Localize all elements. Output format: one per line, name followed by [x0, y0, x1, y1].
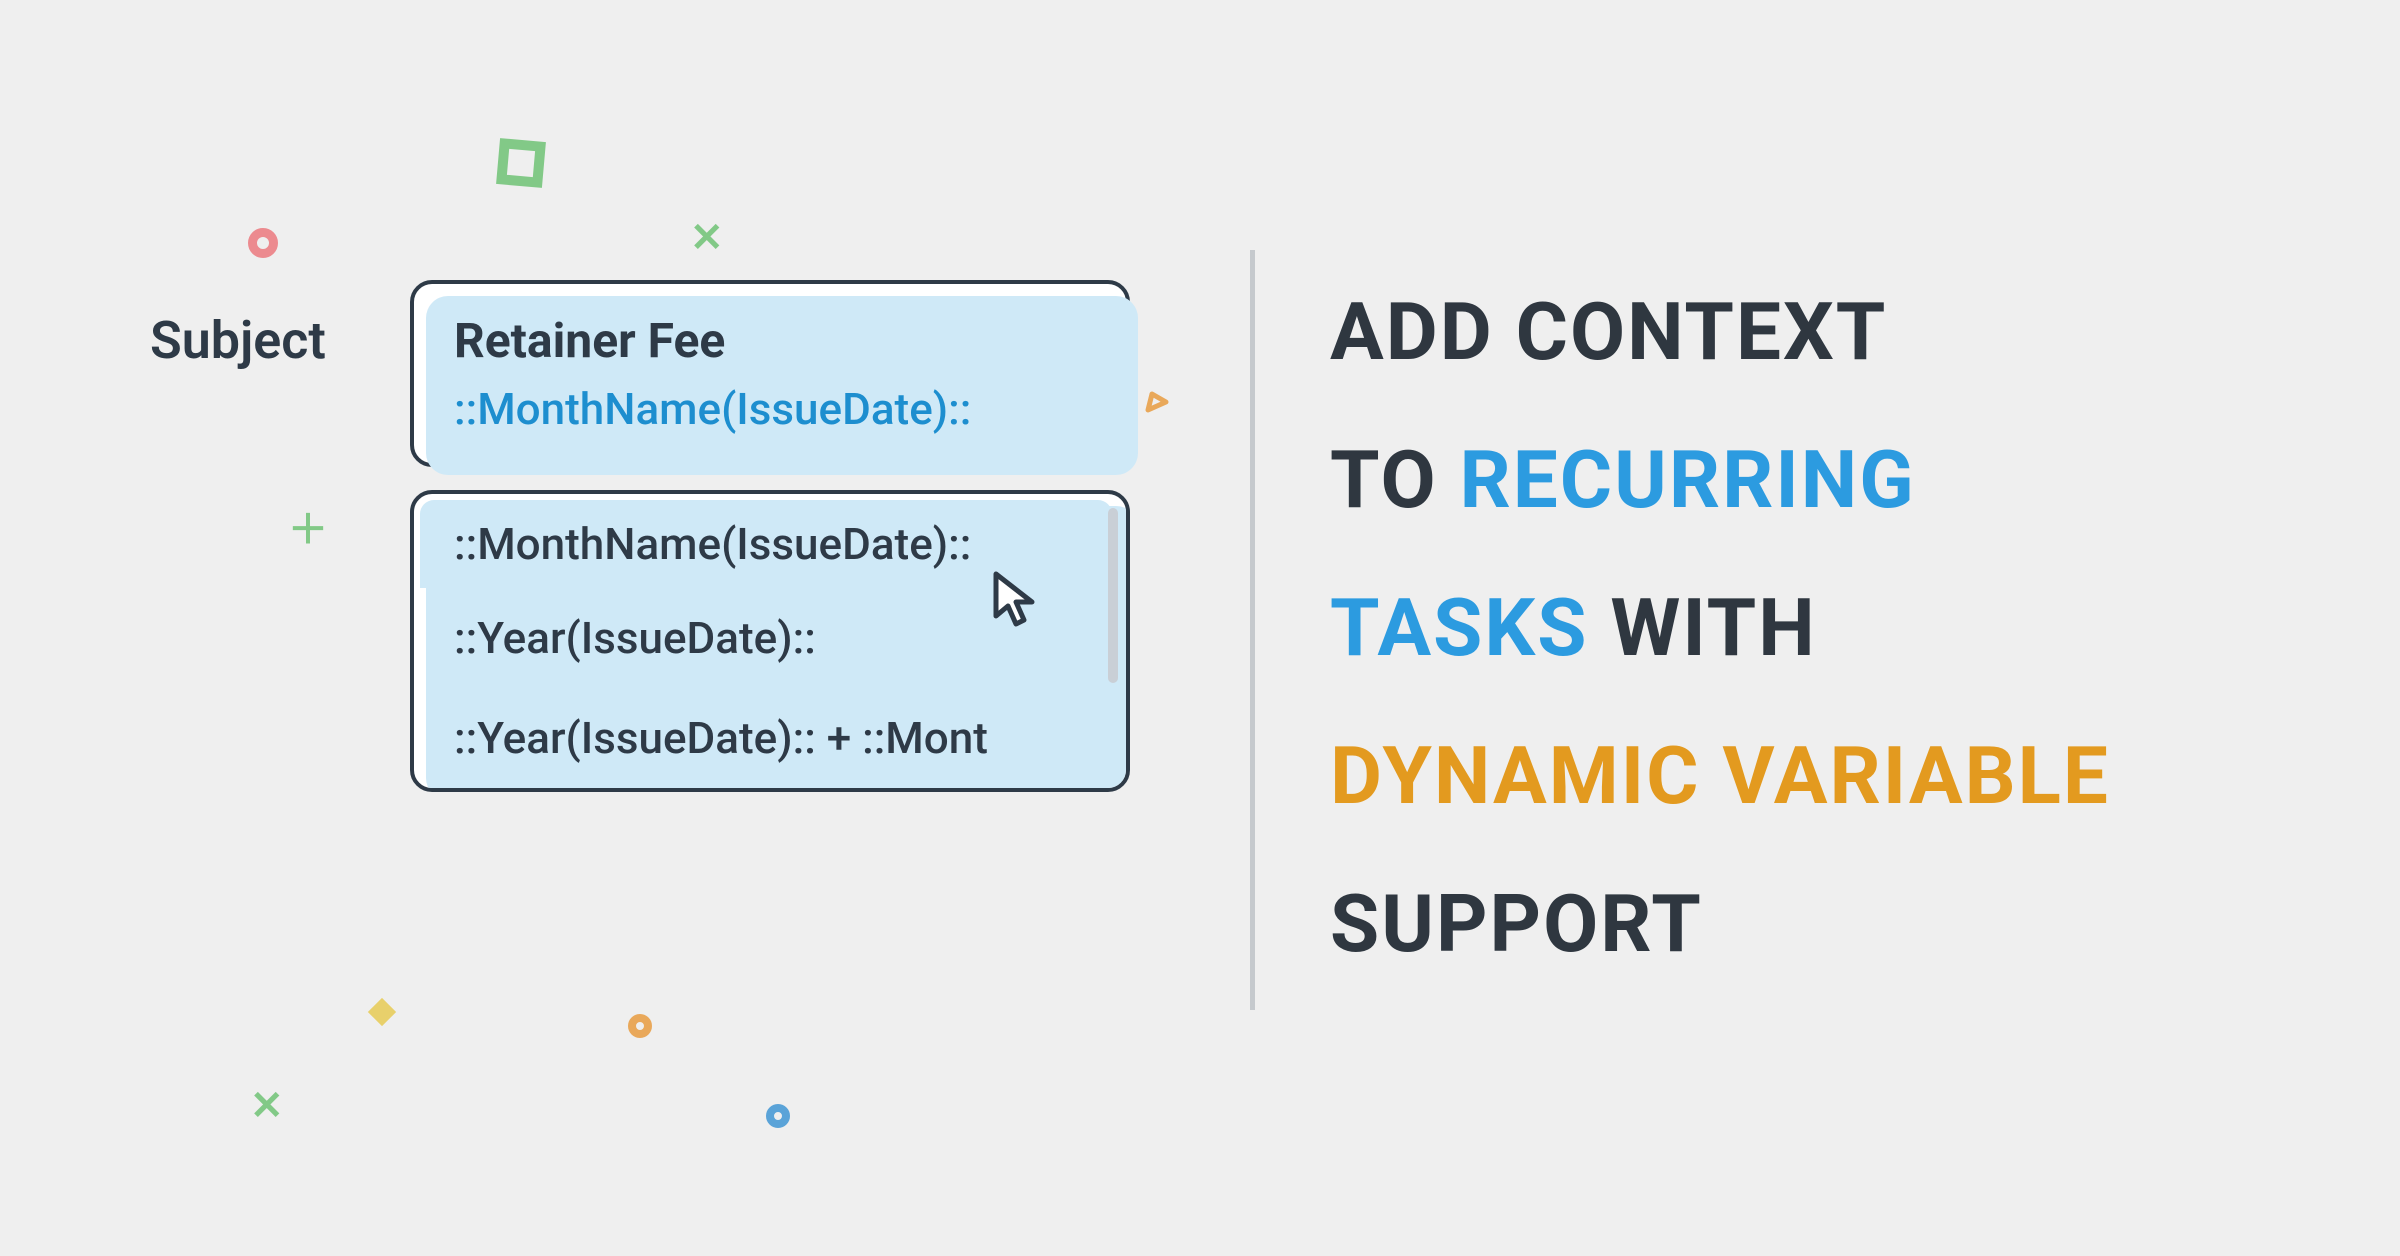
subject-input-box[interactable]: Retainer Fee ::MonthName(IssueDate):: [410, 280, 1130, 467]
headline-divider [1250, 250, 1255, 1010]
dropdown-scrollbar[interactable] [1108, 508, 1118, 683]
decoration-square-icon [368, 998, 396, 1026]
cursor-icon [990, 570, 1045, 630]
decoration-square-icon [496, 138, 546, 188]
headline-segment: with [1589, 581, 1817, 675]
headline-segment: Add context [1330, 285, 1887, 379]
decoration-triangle-icon [1144, 390, 1170, 420]
headline-text: Add context to recurring tasks with dyna… [1330, 258, 2330, 998]
headline-segment: to [1330, 433, 1460, 527]
headline-segment-highlight-amber: dynamic variable [1330, 729, 2110, 823]
subject-value-title: Retainer Fee [454, 312, 1086, 369]
dropdown-item[interactable]: ::Year(IssueDate):: + ::Mont [414, 688, 1126, 788]
decoration-plus-icon: ＋ [288, 510, 328, 550]
headline-segment-highlight-blue: recurring [1460, 433, 1916, 527]
headline-segment-highlight-blue: tasks [1330, 581, 1589, 675]
decoration-x-icon: ✕ [250, 1086, 284, 1126]
headline-segment: support [1330, 877, 1703, 971]
decoration-ring-icon [628, 1014, 652, 1038]
decoration-ring-icon [766, 1104, 790, 1128]
decoration-x-icon: ✕ [690, 218, 724, 258]
subject-value-variable: ::MonthName(IssueDate):: [454, 383, 1086, 435]
variable-dropdown[interactable]: ::MonthName(IssueDate):: ::Year(IssueDat… [410, 490, 1130, 792]
subject-label: Subject [150, 310, 326, 371]
decoration-ring-icon [248, 228, 278, 258]
